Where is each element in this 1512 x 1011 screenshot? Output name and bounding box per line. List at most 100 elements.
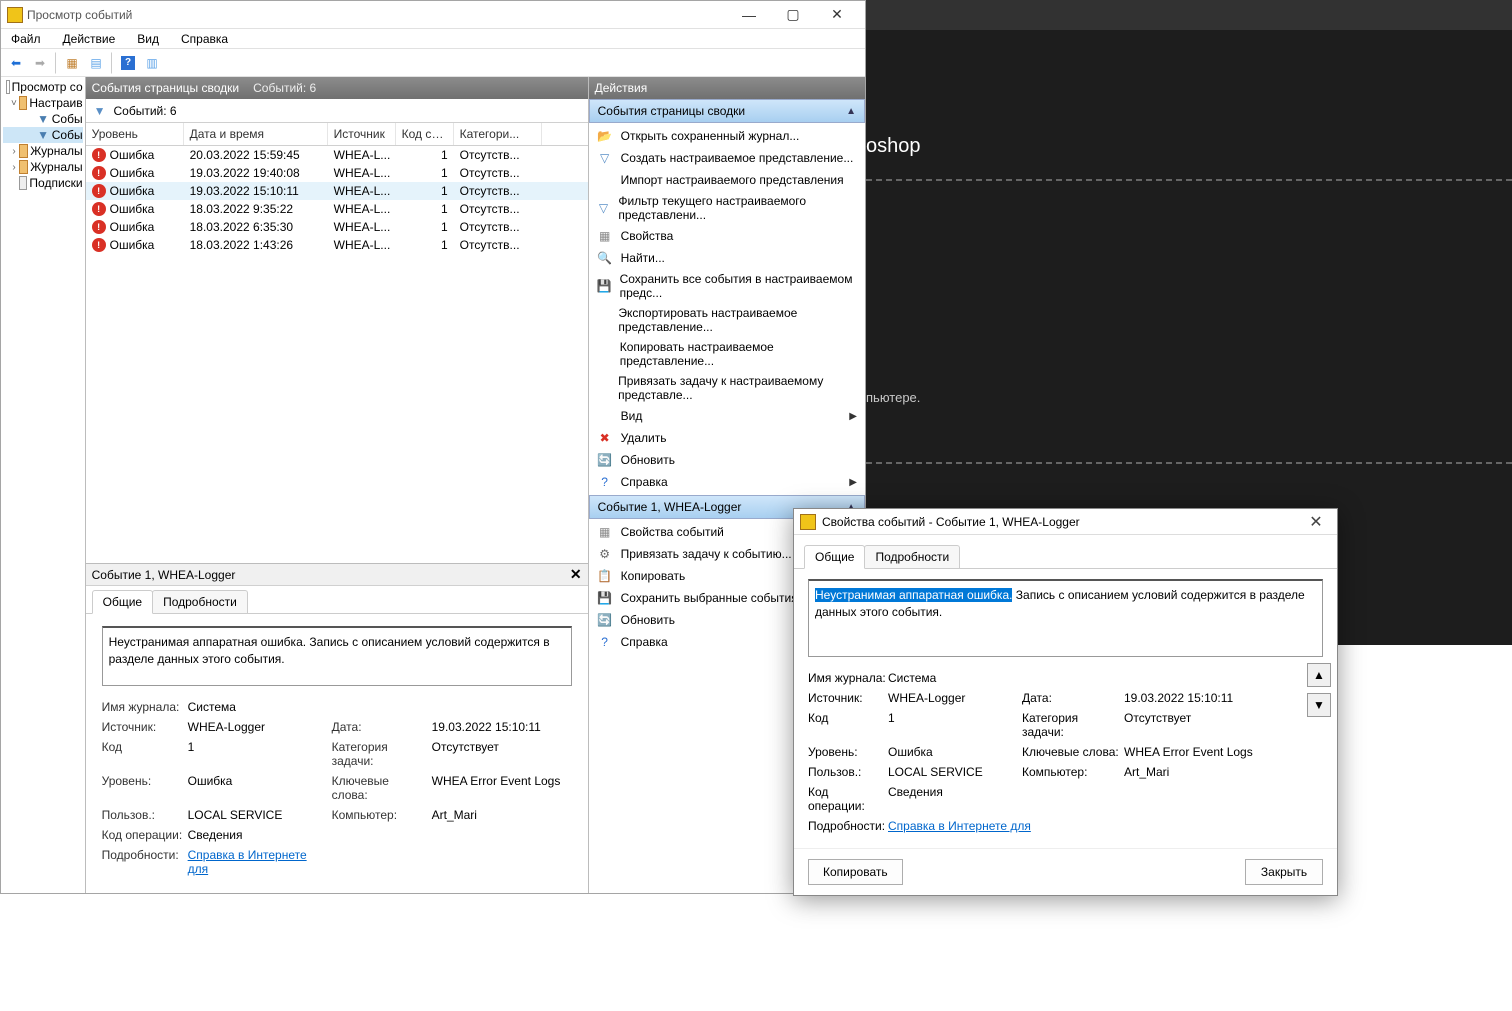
minimize-button[interactable]: — — [727, 1, 771, 29]
tab-general[interactable]: Общие — [804, 545, 865, 569]
prev-event-button[interactable]: ▲ — [1307, 663, 1331, 687]
action-item[interactable]: ?Справка▶ — [589, 471, 865, 493]
actions-header: Действия — [589, 77, 865, 99]
navigation-tree[interactable]: Просмотр со ˅Настраив ▼Собы ▼Собы ›Журна… — [1, 77, 86, 893]
cell-source: WHEA-L... — [328, 200, 396, 218]
menu-help[interactable]: Справка — [175, 30, 234, 48]
lbl-level: Уровень: — [102, 774, 184, 802]
column-source[interactable]: Источник — [328, 123, 396, 145]
action-item[interactable]: Вид▶ — [589, 405, 865, 427]
tree-filter-item-selected[interactable]: ▼Собы — [3, 127, 83, 143]
action-item[interactable]: Копировать настраиваемое представление..… — [589, 337, 865, 371]
action-item[interactable]: ▽Создать настраиваемое представление... — [589, 147, 865, 169]
action-item[interactable]: 💾Сохранить все события в настраиваемом п… — [589, 269, 865, 303]
tree-subscriptions[interactable]: Подписки — [3, 175, 83, 191]
action-item[interactable]: 🔍Найти... — [589, 247, 865, 269]
preview-pane-button[interactable]: ▥ — [141, 52, 163, 74]
event-row[interactable]: !Ошибка19.03.2022 19:40:08WHEA-L...1Отсу… — [86, 164, 588, 182]
show-hide-tree-button[interactable]: ▦ — [61, 52, 83, 74]
maximize-button[interactable]: ▢ — [771, 1, 815, 29]
action-label: Копировать настраиваемое представление..… — [620, 340, 857, 368]
tree-label: Журналы — [30, 160, 82, 174]
tab-details[interactable]: Подробности — [864, 545, 960, 568]
action-item[interactable]: 🔄Обновить — [589, 449, 865, 471]
val-keywords: WHEA Error Event Logs — [432, 774, 572, 802]
tree-root[interactable]: Просмотр со — [3, 79, 83, 95]
cell-level: Ошибка — [110, 202, 155, 216]
tree-windows-logs[interactable]: ›Журналы — [3, 143, 83, 159]
cell-category: Отсутств... — [454, 218, 542, 236]
help-link[interactable]: Справка в Интернете для — [888, 819, 1264, 833]
lbl-moreinfo: Подробности: — [102, 848, 184, 876]
close-button[interactable]: ✕ — [815, 1, 859, 29]
dialog-description[interactable]: Неустранимая аппаратная ошибка. Запись с… — [808, 579, 1323, 657]
cell-source: WHEA-L... — [328, 182, 396, 200]
menu-file[interactable]: Файл — [5, 30, 47, 48]
action-item[interactable]: ▦Свойства — [589, 225, 865, 247]
event-row[interactable]: !Ошибка18.03.2022 6:35:30WHEA-L...1Отсут… — [86, 218, 588, 236]
dialog-footer: Копировать Закрыть — [794, 848, 1337, 895]
dialog-titlebar[interactable]: Свойства событий - Событие 1, WHEA-Logge… — [794, 509, 1337, 535]
copy-button[interactable]: Копировать — [808, 859, 903, 885]
detail-description[interactable]: Неустранимая аппаратная ошибка. Запись с… — [102, 626, 572, 686]
tree-app-logs[interactable]: ›Журналы — [3, 159, 83, 175]
action-label: Создать настраиваемое представление... — [621, 151, 854, 165]
cell-code: 1 — [396, 164, 454, 182]
action-item[interactable]: Импорт настраиваемого представления — [589, 169, 865, 191]
detail-titlebar: Событие 1, WHEA-Logger ✕ — [86, 564, 588, 586]
action-item[interactable]: Экспортировать настраиваемое представлен… — [589, 303, 865, 337]
lbl-log: Имя журнала: — [102, 700, 184, 714]
lbl-keywords: Ключевые слова: — [332, 774, 428, 802]
close-dialog-button[interactable]: Закрыть — [1245, 859, 1323, 885]
action-icon: 📋 — [597, 568, 613, 584]
dialog-close-button[interactable]: ✕ — [1301, 512, 1331, 532]
detail-close-button[interactable]: ✕ — [570, 566, 582, 583]
detail-properties: Имя журнала: Система Источник: WHEA-Logg… — [102, 700, 572, 876]
help-link[interactable]: Справка в Интернете для — [188, 848, 328, 876]
event-row[interactable]: !Ошибка18.03.2022 9:35:22WHEA-L...1Отсут… — [86, 200, 588, 218]
action-item[interactable]: 📂Открыть сохраненный журнал... — [589, 125, 865, 147]
event-row[interactable]: !Ошибка18.03.2022 1:43:26WHEA-L...1Отсут… — [86, 236, 588, 254]
tab-details[interactable]: Подробности — [152, 590, 248, 613]
actions-section-summary[interactable]: События страницы сводки ▲ — [589, 99, 865, 123]
lbl-level: Уровень: — [808, 745, 886, 759]
action-label: Свойства — [621, 229, 674, 243]
center-header-count: Событий: 6 — [253, 81, 316, 95]
action-item[interactable]: Привязать задачу к настраиваемому предст… — [589, 371, 865, 405]
val-code: 1 — [188, 740, 328, 768]
menu-action[interactable]: Действие — [57, 30, 122, 48]
val-opcode: Сведения — [188, 828, 572, 842]
next-event-button[interactable]: ▼ — [1307, 693, 1331, 717]
column-category[interactable]: Категори... — [454, 123, 542, 145]
toolbar-separator — [55, 52, 57, 74]
events-grid[interactable]: Уровень Дата и время Источник Код соб...… — [86, 123, 588, 563]
menu-view[interactable]: Вид — [131, 30, 165, 48]
help-button[interactable]: ? — [117, 52, 139, 74]
action-item[interactable]: ▽Фильтр текущего настраиваемого представ… — [589, 191, 865, 225]
cell-date: 18.03.2022 9:35:22 — [184, 200, 328, 218]
action-item[interactable]: ✖Удалить — [589, 427, 865, 449]
nav-back-button[interactable]: ⬅ — [5, 52, 27, 74]
val-keywords: WHEA Error Event Logs — [1124, 745, 1264, 759]
show-hide-actions-button[interactable]: ▤ — [85, 52, 107, 74]
column-code[interactable]: Код соб... — [396, 123, 454, 145]
description-highlighted: Неустранимая аппаратная ошибка. — [815, 588, 1012, 602]
menu-bar: Файл Действие Вид Справка — [1, 29, 865, 49]
val-opcode: Сведения — [888, 785, 1264, 813]
action-label: Экспортировать настраиваемое представлен… — [618, 306, 857, 334]
event-row[interactable]: !Ошибка20.03.2022 15:59:45WHEA-L...1Отсу… — [86, 146, 588, 164]
tree-filter-item[interactable]: ▼Собы — [3, 111, 83, 127]
nav-forward-button[interactable]: ➡ — [29, 52, 51, 74]
action-label: Сохранить выбранные события... — [621, 591, 808, 605]
lbl-log: Имя журнала: — [808, 671, 886, 685]
val-source: WHEA-Logger — [188, 720, 328, 734]
tab-general[interactable]: Общие — [92, 590, 153, 614]
window-titlebar[interactable]: Просмотр событий — ▢ ✕ — [1, 1, 865, 29]
event-row[interactable]: !Ошибка19.03.2022 15:10:11WHEA-L...1Отсу… — [86, 182, 588, 200]
tree-custom-views[interactable]: ˅Настраив — [3, 95, 83, 111]
error-icon: ! — [92, 148, 106, 162]
lbl-keywords: Ключевые слова: — [1022, 745, 1122, 759]
action-icon: 💾 — [597, 590, 613, 606]
column-level[interactable]: Уровень — [86, 123, 184, 145]
column-date[interactable]: Дата и время — [184, 123, 328, 145]
